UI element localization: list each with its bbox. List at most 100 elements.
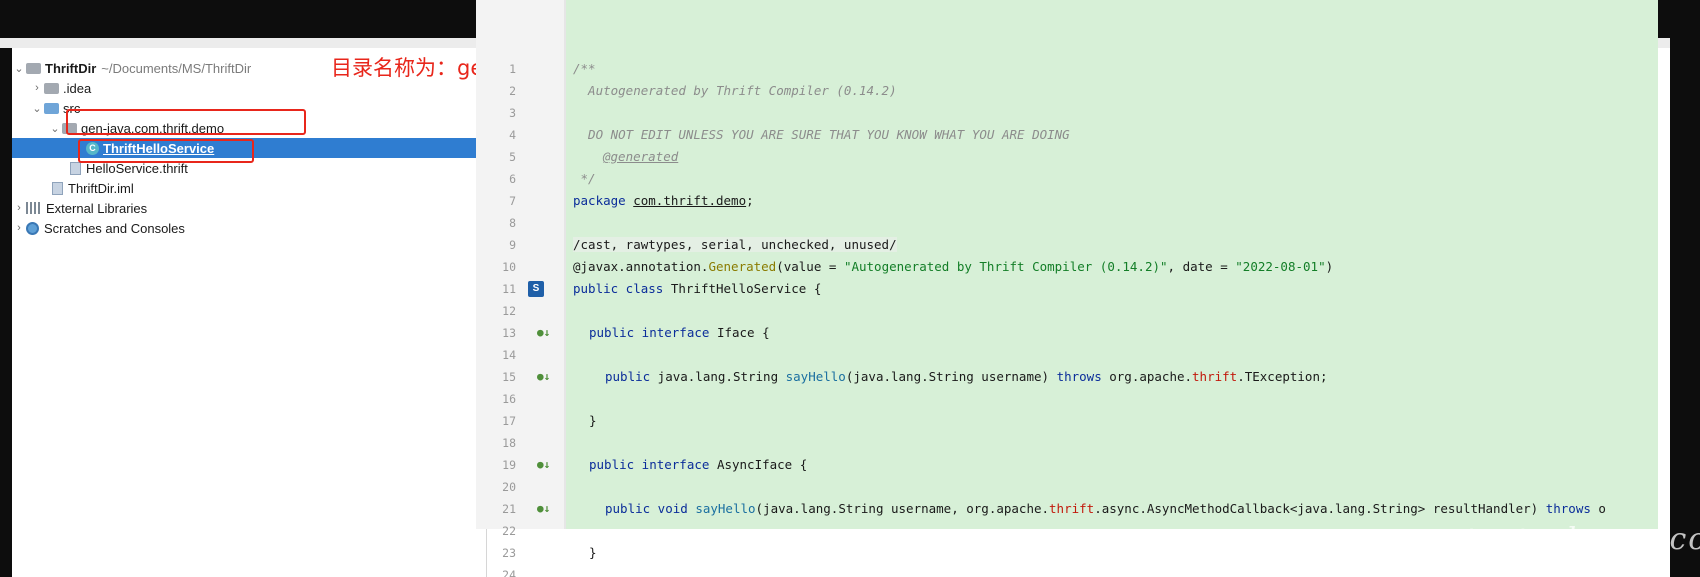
chevron-right-icon[interactable]: › [30,82,44,94]
watermark: testerhome.com [1465,522,1700,557]
generated-tag: @generated [603,149,679,164]
line-number: 5 [509,150,516,164]
line-number: 9 [509,238,516,252]
line-number: 18 [502,436,516,450]
scratches-icon [26,221,39,235]
code-line-15: public java.lang.String sayHello(java.la… [605,366,1328,388]
code-text: AsyncIface { [709,457,808,472]
code-text: .async.AsyncMethodCallback<java.lang.Str… [1094,501,1546,516]
code-text: , date = [1167,259,1236,274]
package-name: com.thrift.demo [633,193,747,208]
code-text: @javax.annotation. [573,259,709,274]
line-number: 12 [502,304,516,318]
code-text: ) [1325,259,1334,274]
implemented-method-icon[interactable]: ●↓ [537,498,550,520]
line-number: 10 [502,260,516,274]
code-text: Iface { [709,325,770,340]
line-number: 19 [502,458,516,472]
line-number: 6 [509,172,516,186]
line-number: 2 [509,84,516,98]
line-number: 22 [502,524,516,538]
implemented-method-icon[interactable]: ●↓ [537,322,550,344]
code-text: java.lang.String [650,369,786,384]
chevron-down-icon[interactable]: ⌄ [48,122,62,135]
code-line-17: } [589,413,597,428]
code-text: o [1590,501,1606,516]
implemented-method-icon[interactable]: ●↓ [537,366,550,388]
tree-item-external-libraries[interactable]: › External Libraries [12,198,487,218]
line-number: 23 [502,546,516,560]
line-number: 20 [502,480,516,494]
keyword: public interface [589,457,710,472]
code-line-5: @generated [603,146,678,168]
suppress-warnings-text: /cast, rawtypes, serial, unchecked, unus… [573,237,897,252]
tree-item-label: External Libraries [46,200,148,216]
implemented-method-icon[interactable]: ●↓ [537,454,550,476]
unresolved-symbol: thrift [1192,369,1238,384]
code-line-4: DO NOT EDIT UNLESS YOU ARE SURE THAT YOU… [573,127,1070,142]
tree-item-label: ThriftDir.iml [68,180,134,196]
line-number: 21 [502,502,516,516]
code-text: (java.lang.String username, org.apache. [755,501,1050,516]
line-number: 16 [502,392,516,406]
code-line-6: */ [573,171,596,186]
line-number: 17 [502,414,516,428]
gutter-separator [564,0,566,529]
library-icon [26,202,41,214]
code-text: ; [746,193,754,208]
thrift-file-icon [70,161,81,175]
code-line-23: } [589,545,597,560]
method-name: sayHello [785,369,846,384]
keyword: throws [1545,501,1591,516]
folder-icon [44,82,59,94]
tree-item-scratches[interactable]: › Scratches and Consoles [12,218,487,238]
chevron-right-icon[interactable]: › [12,222,26,234]
folder-icon [26,62,41,74]
chevron-down-icon[interactable]: ⌄ [12,62,26,75]
code-line-1: /** [573,61,596,76]
keyword: throws [1056,369,1102,384]
class-badge-icon[interactable]: S [528,281,544,297]
code-line-19: public interface AsyncIface { [589,454,807,476]
code-text: .TException; [1237,369,1328,384]
unresolved-symbol: thrift [1049,501,1095,516]
code-text: org.apache. [1101,369,1193,384]
tree-item-label: Scratches and Consoles [44,220,185,236]
keyword: public class [573,281,664,296]
line-number: 3 [509,106,516,120]
line-number: 24 [502,568,516,577]
string-literal: "2022-08-01" [1235,259,1326,274]
code-line-10: @javax.annotation.Generated(value = "Aut… [573,256,1333,278]
tree-item-thriftdir-iml[interactable]: ThriftDir.iml [12,178,487,198]
line-number: 13 [502,326,516,340]
line-number: 14 [502,348,516,362]
code-text: ThriftHelloService { [663,281,822,296]
code-line-9: /cast, rawtypes, serial, unchecked, unus… [573,234,897,256]
line-number: 4 [509,128,516,142]
chevron-right-icon[interactable]: › [12,202,26,214]
keyword: public interface [589,325,710,340]
tree-item-label: .idea [63,80,92,96]
string-literal: "Autogenerated by Thrift Compiler (0.14.… [843,259,1168,274]
line-number: 15 [502,370,516,384]
module-file-icon [52,181,63,195]
root-path: ~/Documents/MS/ThriftDir [101,60,252,76]
keyword: package [573,193,626,208]
line-number: 11 [502,282,516,296]
root-name: ThriftDir [45,60,97,76]
code-line-2: Autogenerated by Thrift Compiler (0.14.2… [573,83,897,98]
source-folder-icon [44,102,59,114]
keyword: public [605,369,651,384]
method-name: sayHello [687,501,756,516]
annotation-name: Generated [708,259,777,274]
code-text: (java.lang.String username) [845,369,1057,384]
keyword: public void [605,501,688,516]
chevron-down-icon[interactable]: ⌄ [30,102,44,115]
code-line-21: public void sayHello(java.lang.String us… [605,498,1606,520]
code-line-11: public class ThriftHelloService { [573,278,821,300]
code-text: (value = [776,259,844,274]
code-line-13: public interface Iface { [589,322,770,344]
highlight-box-package [66,109,306,135]
line-number: 7 [509,194,516,208]
line-number: 1 [509,62,516,76]
